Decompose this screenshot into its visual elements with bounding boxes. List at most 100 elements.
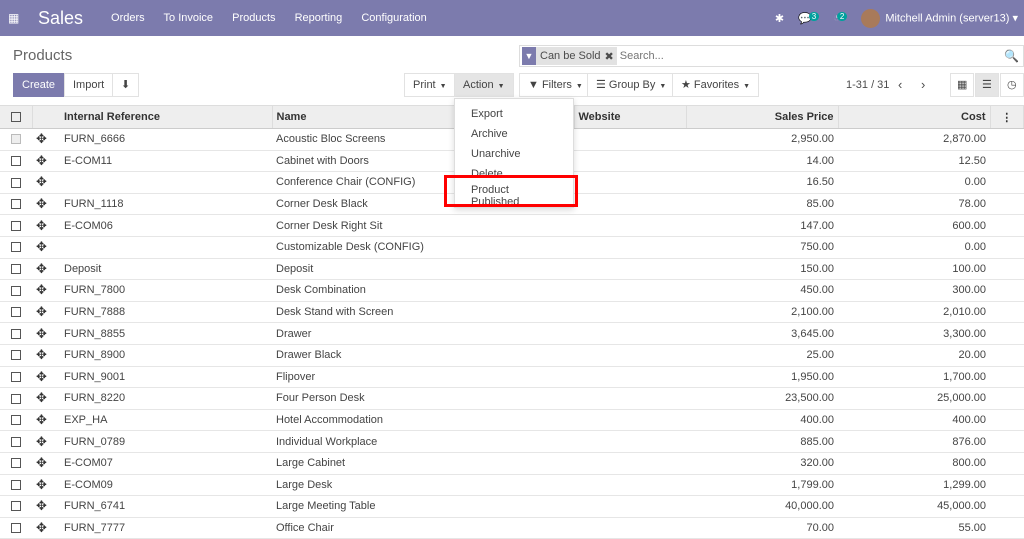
row-checkbox[interactable] bbox=[0, 452, 32, 475]
activities-button[interactable]: ◔2 bbox=[833, 12, 848, 24]
messages-button[interactable]: 💬3 bbox=[798, 11, 820, 25]
drag-handle-icon[interactable]: ✥ bbox=[32, 517, 60, 539]
row-checkbox[interactable] bbox=[0, 322, 32, 345]
search-bar[interactable]: ▼ Can be Sold ✖ 🔍 bbox=[519, 45, 1024, 67]
table-row[interactable]: ✥ FURN_8220 Four Person Desk 23,500.00 25,00… bbox=[0, 387, 1024, 410]
select-all-checkbox[interactable] bbox=[0, 105, 33, 129]
drag-handle-icon[interactable]: ✥ bbox=[32, 322, 60, 345]
row-checkbox[interactable] bbox=[0, 193, 32, 216]
table-row[interactable]: ✥ FURN_7800 Desk Combination 450.00 300.00 bbox=[0, 279, 1024, 302]
search-icon[interactable]: 🔍 bbox=[1004, 49, 1019, 63]
cell-internal-reference: E-COM06 bbox=[60, 214, 272, 237]
drag-handle-icon[interactable]: ✥ bbox=[32, 474, 60, 497]
action-export[interactable]: Export bbox=[455, 104, 573, 124]
cell-cost: 800.00 bbox=[838, 452, 990, 475]
list-view-button[interactable]: ☰ bbox=[975, 73, 999, 97]
drag-handle-icon[interactable]: ✥ bbox=[32, 236, 60, 259]
cell-website bbox=[574, 452, 686, 475]
download-button[interactable]: ⬇ bbox=[112, 73, 140, 97]
table-row[interactable]: ✥ E-COM06 Corner Desk Right Sit 147.00 600.0… bbox=[0, 214, 1024, 237]
table-row[interactable]: ✥ FURN_0789 Individual Workplace 885.00 876.… bbox=[0, 430, 1024, 453]
table-row[interactable]: ✥ E-COM09 Large Desk 1,799.00 1,299.00 bbox=[0, 474, 1024, 497]
row-checkbox[interactable] bbox=[0, 258, 32, 281]
table-row[interactable]: ✥ EXP_HA Hotel Accommodation 400.00 400.00 bbox=[0, 409, 1024, 432]
pager-next[interactable]: › bbox=[921, 77, 925, 92]
drag-handle-icon[interactable]: ✥ bbox=[32, 495, 60, 518]
remove-facet-icon[interactable]: ✖ bbox=[605, 50, 617, 63]
create-button[interactable]: Create bbox=[13, 73, 65, 97]
activity-view-button[interactable]: ◷ bbox=[1000, 73, 1024, 97]
user-menu[interactable]: Mitchell Admin (server13) ▾ bbox=[861, 8, 1018, 28]
drag-handle-icon[interactable]: ✥ bbox=[32, 301, 60, 324]
bug-icon[interactable]: ✱ bbox=[775, 12, 784, 25]
kanban-view-button[interactable]: ▦ bbox=[950, 73, 975, 97]
cell-website bbox=[574, 214, 686, 237]
optional-columns-icon[interactable]: ⋮ bbox=[990, 105, 1024, 129]
drag-handle-icon[interactable]: ✥ bbox=[32, 430, 60, 453]
row-checkbox[interactable] bbox=[0, 366, 32, 389]
drag-handle-icon[interactable]: ✥ bbox=[32, 344, 60, 367]
drag-handle-icon[interactable]: ✥ bbox=[32, 387, 60, 410]
drag-handle-icon[interactable]: ✥ bbox=[32, 171, 60, 194]
favorites-button[interactable]: ★ Favorites ▼ bbox=[672, 73, 760, 97]
menu-products[interactable]: Products bbox=[232, 12, 275, 24]
row-checkbox[interactable] bbox=[0, 214, 32, 237]
menu-configuration[interactable]: Configuration bbox=[361, 12, 426, 24]
table-row[interactable]: ✥ FURN_6741 Large Meeting Table 40,000.00 45… bbox=[0, 495, 1024, 518]
cell-internal-reference: FURN_7800 bbox=[60, 279, 272, 302]
action-archive[interactable]: Archive bbox=[455, 124, 573, 144]
drag-handle-icon[interactable]: ✥ bbox=[32, 150, 60, 173]
group-by-button[interactable]: ☰ Group By ▼ bbox=[587, 73, 676, 97]
cell-name: Individual Workplace bbox=[272, 430, 574, 453]
row-checkbox[interactable] bbox=[0, 495, 32, 518]
col-website[interactable]: Website bbox=[574, 105, 687, 129]
row-checkbox[interactable] bbox=[0, 128, 32, 151]
action-button[interactable]: Action ▼ bbox=[454, 73, 514, 97]
cell-internal-reference bbox=[60, 171, 272, 194]
drag-handle-icon[interactable]: ✥ bbox=[32, 452, 60, 475]
drag-handle-icon[interactable]: ✥ bbox=[32, 193, 60, 216]
row-checkbox[interactable] bbox=[0, 387, 32, 410]
row-checkbox[interactable] bbox=[0, 236, 32, 259]
cell-name: Large Meeting Table bbox=[272, 495, 574, 518]
action-unarchive[interactable]: Unarchive bbox=[455, 144, 573, 164]
menu-to-invoice[interactable]: To Invoice bbox=[164, 12, 214, 24]
row-checkbox[interactable] bbox=[0, 344, 32, 367]
search-input[interactable] bbox=[619, 50, 1005, 62]
row-checkbox[interactable] bbox=[0, 409, 32, 432]
drag-handle-icon[interactable]: ✥ bbox=[32, 366, 60, 389]
cell-name: Corner Desk Right Sit bbox=[272, 214, 574, 237]
col-cost[interactable]: Cost bbox=[838, 105, 991, 129]
col-internal-reference[interactable]: Internal Reference bbox=[60, 105, 273, 129]
row-checkbox[interactable] bbox=[0, 474, 32, 497]
drag-handle-icon[interactable]: ✥ bbox=[32, 409, 60, 432]
pager-previous[interactable]: ‹ bbox=[898, 77, 902, 92]
drag-handle-icon[interactable]: ✥ bbox=[32, 279, 60, 302]
menu-reporting[interactable]: Reporting bbox=[295, 12, 343, 24]
table-row[interactable]: ✥ E-COM07 Large Cabinet 320.00 800.00 bbox=[0, 452, 1024, 475]
drag-handle-icon[interactable]: ✥ bbox=[32, 128, 60, 151]
print-button[interactable]: Print ▼ bbox=[404, 73, 456, 97]
menu-orders[interactable]: Orders bbox=[111, 12, 145, 24]
row-checkbox[interactable] bbox=[0, 279, 32, 302]
drag-handle-icon[interactable]: ✥ bbox=[32, 214, 60, 237]
import-button[interactable]: Import bbox=[64, 73, 114, 97]
cell-website bbox=[574, 409, 686, 432]
table-row[interactable]: ✥ FURN_7777 Office Chair 70.00 55.00 bbox=[0, 517, 1024, 539]
row-checkbox[interactable] bbox=[0, 517, 32, 539]
row-checkbox[interactable] bbox=[0, 150, 32, 173]
filters-button[interactable]: ▼ Filters ▼ bbox=[519, 73, 592, 97]
row-checkbox[interactable] bbox=[0, 430, 32, 453]
col-sales-price[interactable]: Sales Price bbox=[686, 105, 839, 129]
drag-handle-icon[interactable]: ✥ bbox=[32, 258, 60, 281]
apps-menu-icon[interactable]: ▦ bbox=[8, 11, 21, 25]
table-row[interactable]: ✥ FURN_8855 Drawer 3,645.00 3,300.00 bbox=[0, 322, 1024, 345]
table-row[interactable]: ✥ FURN_8900 Drawer Black 25.00 20.00 bbox=[0, 344, 1024, 367]
row-checkbox[interactable] bbox=[0, 171, 32, 194]
cell-cost: 25,000.00 bbox=[838, 387, 990, 410]
table-row[interactable]: ✥ FURN_9001 Flipover 1,950.00 1,700.00 bbox=[0, 366, 1024, 389]
table-row[interactable]: ✥ Customizable Desk (CONFIG) 750.00 0.00 bbox=[0, 236, 1024, 259]
row-checkbox[interactable] bbox=[0, 301, 32, 324]
table-row[interactable]: ✥ Deposit Deposit 150.00 100.00 bbox=[0, 258, 1024, 281]
table-row[interactable]: ✥ FURN_7888 Desk Stand with Screen 2,100.00… bbox=[0, 301, 1024, 324]
